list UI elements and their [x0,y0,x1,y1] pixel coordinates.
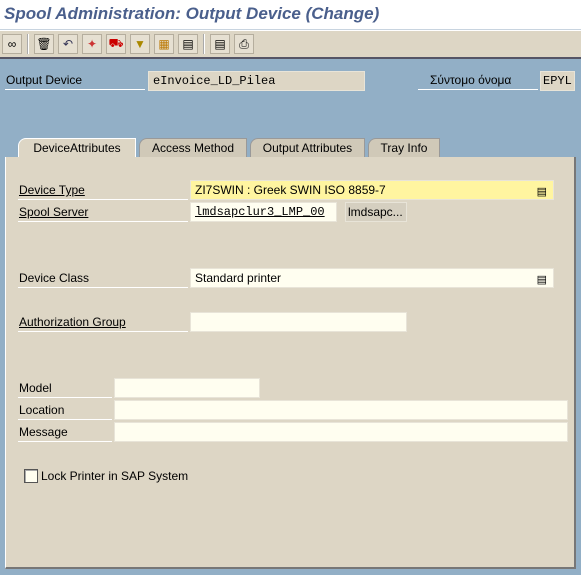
print-icon[interactable]: ⎙ [234,34,254,54]
output-device-label: Output Device [5,71,145,90]
device-class-value: Standard printer [195,271,282,285]
spool-server-label[interactable]: Spool Server [18,203,188,222]
save-layout-icon[interactable]: ▤ [178,34,198,54]
undo-icon[interactable]: ↶ [58,34,78,54]
device-type-value: ZI7SWIN : Greek SWIN ISO 8859-7 [195,183,386,197]
spool-server-field[interactable]: lmdsapclur3_LMP_00 [190,202,337,222]
device-type-field[interactable]: ZI7SWIN : Greek SWIN ISO 8859-7 ▤ [190,180,554,200]
list-icon[interactable]: ▤ [210,34,230,54]
display-change-icon[interactable]: ∞ [2,34,22,54]
auth-group-label[interactable]: Authorization Group [18,313,188,332]
value-help-icon[interactable]: ▤ [537,183,547,202]
device-class-label: Device Class [18,269,188,288]
device-type-label[interactable]: Device Type [18,181,188,200]
lock-printer-checkbox[interactable] [24,469,38,483]
short-name-field[interactable]: EPYL [540,71,575,91]
short-name-label: Σύντομο όνομα [418,71,538,90]
tab-tray-info[interactable]: Tray Info [368,138,440,158]
device-type-label-text: Device Type [19,183,85,197]
message-field[interactable] [114,422,568,442]
device-class-field[interactable]: Standard printer ▤ [190,268,554,288]
model-field[interactable] [114,378,260,398]
filter-icon[interactable]: ▼ [130,34,150,54]
tab-device-attributes[interactable]: DeviceAttributes [18,138,136,159]
tab-output-attributes[interactable]: Output Attributes [250,138,365,158]
spool-server-button[interactable]: lmdsapc... [345,202,407,222]
new-entry-icon[interactable]: ✦ [82,34,102,54]
hierarchy-icon[interactable]: ▦ [154,34,174,54]
spool-server-label-text: Spool Server [19,205,89,219]
auth-group-field[interactable] [190,312,407,332]
lock-printer-label: Lock Printer in SAP System [41,469,189,483]
output-device-field[interactable]: eInvoice_LD_Pilea [148,71,365,91]
delete-icon[interactable]: 🗑 [34,34,54,54]
separator [203,34,205,54]
location-label: Location [18,401,112,420]
value-help-icon[interactable]: ▤ [537,271,547,290]
separator [27,34,29,54]
tab-access-method[interactable]: Access Method [139,138,247,158]
page-title: Spool Administration: Output Device (Cha… [0,0,581,30]
message-label: Message [18,423,112,442]
auth-group-label-text: Authorization Group [19,315,126,329]
model-label: Model [18,379,112,398]
location-field[interactable] [114,400,568,420]
toolbar: ∞ 🗑 ↶ ✦ ⛟ ▼ ▦ ▤ ▤ ⎙ [0,30,581,59]
transport-icon[interactable]: ⛟ [106,34,126,54]
